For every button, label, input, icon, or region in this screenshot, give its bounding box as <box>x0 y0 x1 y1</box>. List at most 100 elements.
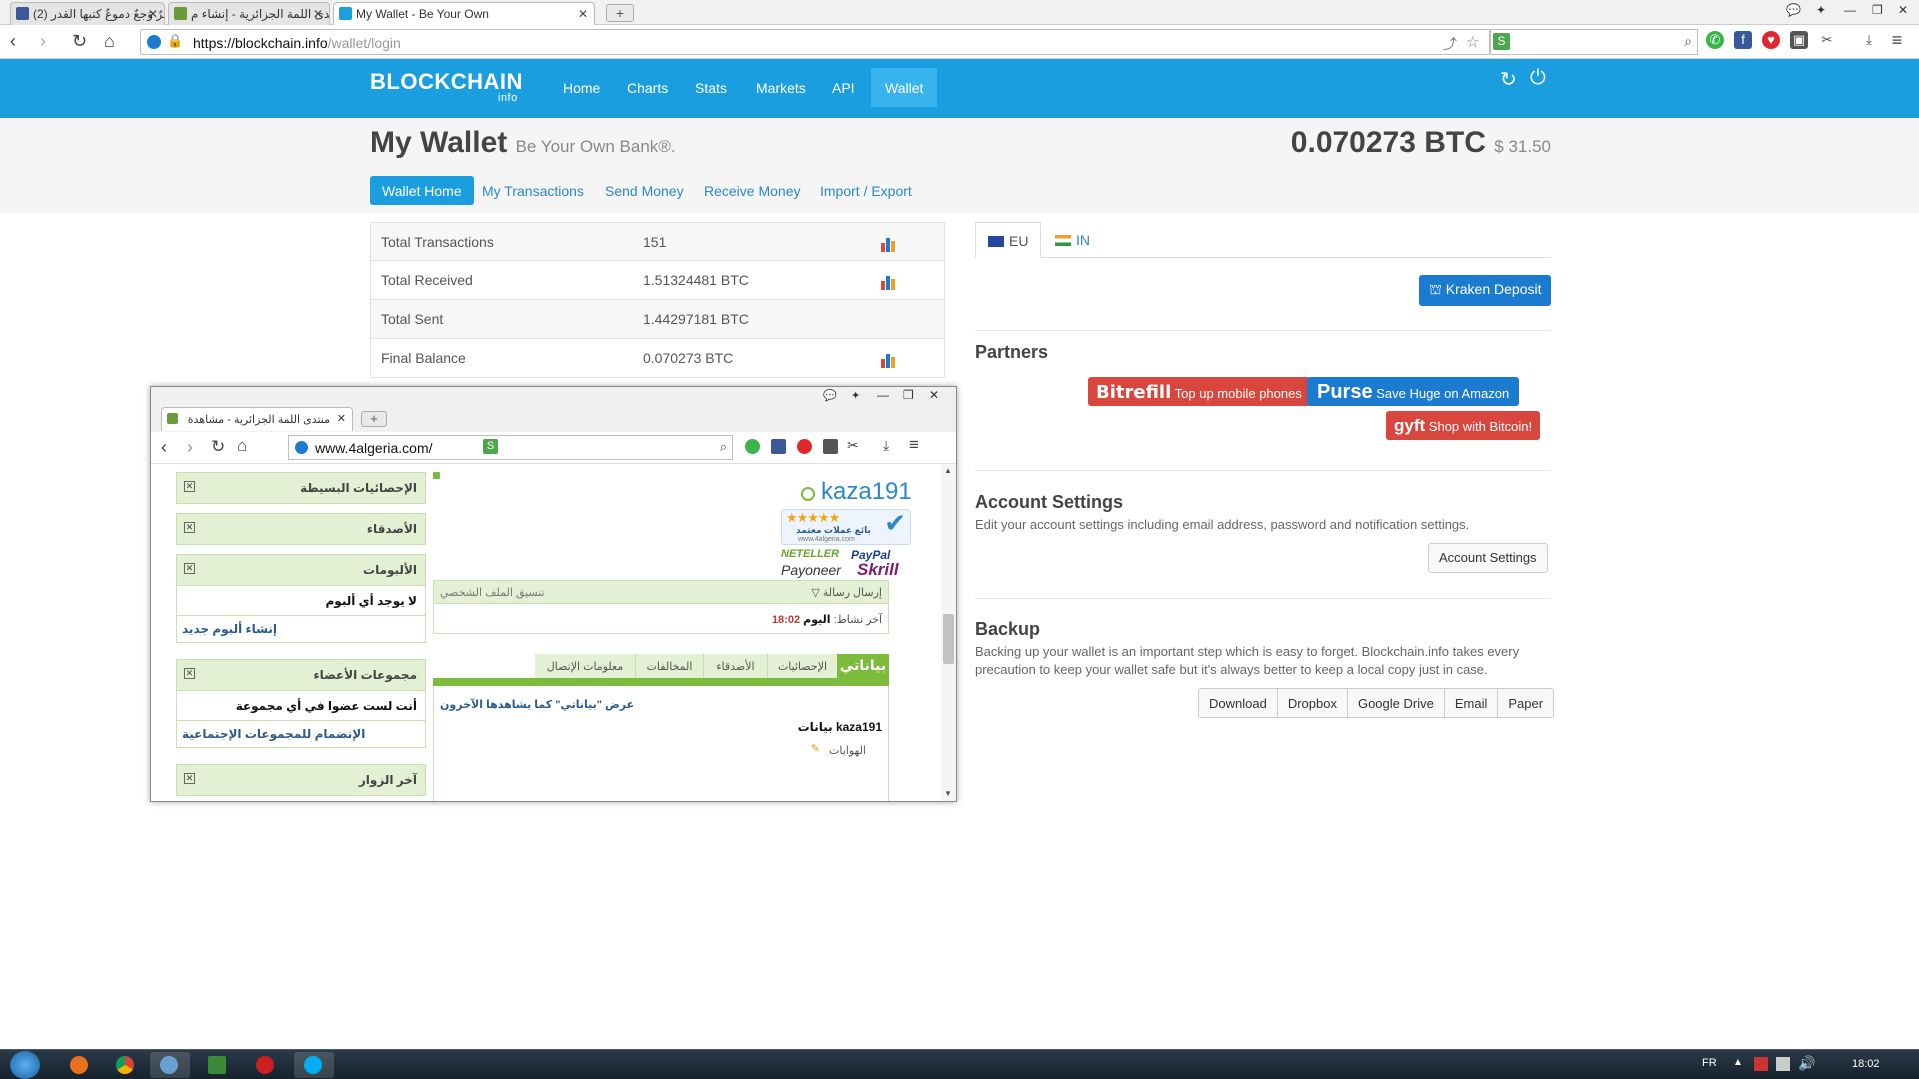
search-icon[interactable]: ⌕ <box>720 439 727 455</box>
join-groups-link[interactable]: الإنضمام للمجموعات الإجتماعية <box>177 720 425 747</box>
scissors-icon[interactable]: ✂ <box>847 437 859 454</box>
download-button[interactable]: Download <box>1199 689 1277 717</box>
browser-tab-4algeria[interactable]: منتدى اللمة الجزائرية - إنشاء م ✕ <box>168 2 330 25</box>
popup-tab[interactable]: منتدى اللمة الجزائرية - مشاهدة ✕ <box>161 407 353 431</box>
account-settings-button[interactable]: Account Settings <box>1428 543 1548 573</box>
popup-address-bar[interactable]: www.4algeria.com/ S ⌕ <box>288 435 733 460</box>
new-tab-button[interactable]: + <box>361 411 387 427</box>
browser-tab-facebook[interactable]: (2) عطرٌ وَجعٌ دموعٌ كتبها القدر ✕ <box>10 2 165 25</box>
reload-icon[interactable]: ↻ <box>211 437 225 457</box>
tray-flag-icon[interactable] <box>1754 1057 1768 1071</box>
excel-icon[interactable] <box>208 1056 226 1074</box>
close-window-icon[interactable]: ✕ <box>929 388 939 402</box>
box-header[interactable]: ✕ مجموعات الأعضاء <box>177 660 425 690</box>
scissors-icon[interactable]: ✂ <box>1818 31 1836 49</box>
clock[interactable]: 18:02 <box>1852 1058 1880 1070</box>
tab-eu[interactable]: EU <box>975 222 1042 258</box>
pin-icon[interactable]: ✦ <box>851 389 860 402</box>
nav-home[interactable]: Home <box>563 80 600 96</box>
chart-icon[interactable] <box>881 275 897 290</box>
tab-violations[interactable]: المخالفات <box>635 654 703 678</box>
download-icon[interactable]: ⤓ <box>883 437 889 454</box>
nav-wallet[interactable]: Wallet <box>871 68 938 107</box>
tab-my-transactions[interactable]: My Transactions <box>470 176 596 205</box>
home-icon[interactable]: ⌂ <box>104 32 115 50</box>
kraken-deposit-button[interactable]: ⛫ Kraken Deposit <box>1419 275 1552 306</box>
facebook-icon[interactable]: f <box>1734 31 1752 49</box>
download-icon[interactable]: ⤓ <box>1860 31 1878 49</box>
bookmark-star-icon[interactable]: ☆ <box>1466 33 1479 51</box>
whatsapp-icon[interactable] <box>745 439 760 454</box>
profile-format-link[interactable]: تنسيق الملف الشخصي <box>440 586 545 599</box>
back-icon[interactable]: ‹ <box>161 437 167 458</box>
back-icon[interactable]: ‹ <box>10 32 16 50</box>
collapse-icon[interactable]: ✕ <box>184 522 195 533</box>
opera-icon[interactable] <box>256 1056 274 1074</box>
email-button[interactable]: Email <box>1443 689 1498 717</box>
nav-markets[interactable]: Markets <box>756 80 806 96</box>
collapse-icon[interactable]: ✕ <box>184 773 195 784</box>
scrollbar-thumb[interactable] <box>943 614 954 664</box>
nav-api[interactable]: API <box>832 80 855 96</box>
search-icon[interactable]: ⌕ <box>1684 33 1692 50</box>
scroll-up-icon[interactable]: ▲ <box>944 466 952 475</box>
view-as-others-link[interactable]: عرض "بياناتي" كما يشاهدها الآخرون <box>440 698 634 711</box>
restore-icon[interactable]: ❐ <box>903 388 914 402</box>
search-engine-icon[interactable]: S <box>483 439 498 454</box>
home-icon[interactable]: ⌂ <box>237 436 247 456</box>
chart-icon[interactable] <box>881 353 897 368</box>
close-tab-icon[interactable]: ✕ <box>148 7 158 21</box>
send-message-link[interactable]: إرسال رسالة ▽ <box>811 586 882 599</box>
tab-wallet-home[interactable]: Wallet Home <box>370 176 474 205</box>
minimize-icon[interactable]: — <box>1844 3 1856 17</box>
box-header[interactable]: ✕ آخر الزوار <box>177 765 425 795</box>
reload-icon[interactable]: ↻ <box>72 32 87 50</box>
collapse-icon[interactable]: ✕ <box>184 481 195 492</box>
logout-icon[interactable]: ⏻ <box>1530 67 1546 90</box>
create-album-link[interactable]: إنشاء ألبوم جديد <box>177 615 425 642</box>
tab-statistics[interactable]: الإحصائيات <box>767 654 837 678</box>
tab-in[interactable]: IN <box>1043 222 1102 258</box>
refresh-icon[interactable]: ↻ <box>1500 67 1517 92</box>
nav-stats[interactable]: Stats <box>695 80 727 96</box>
collapse-icon[interactable]: ✕ <box>184 563 195 574</box>
edit-icon[interactable]: ✎ <box>811 742 820 755</box>
box-header[interactable]: ✕ الإحصائيات البسيطة <box>177 473 425 503</box>
pocket-icon[interactable]: ♥ <box>1762 31 1780 49</box>
box-header[interactable]: ✕ الألبومات <box>177 555 425 585</box>
dropbox-button[interactable]: Dropbox <box>1276 689 1347 717</box>
tray-expand-icon[interactable]: ▲ <box>1733 1057 1743 1068</box>
tab-friends[interactable]: الأصدقاء <box>703 654 767 678</box>
android-icon[interactable] <box>823 439 838 454</box>
tab-contact-info[interactable]: معلومات الإتصال <box>535 654 635 678</box>
start-button-icon[interactable] <box>10 1051 40 1079</box>
search-input[interactable]: S ⌕ <box>1490 29 1698 55</box>
purse-button[interactable]: Purse Save Huge on Amazon <box>1307 377 1520 406</box>
chat-icon[interactable]: 💬 <box>823 389 837 402</box>
close-window-icon[interactable]: ✕ <box>1898 3 1908 17</box>
chart-icon[interactable] <box>881 237 897 252</box>
forward-icon[interactable]: › <box>40 32 46 50</box>
chat-icon[interactable]: 💬 <box>1786 3 1801 17</box>
network-icon[interactable] <box>1776 1057 1790 1071</box>
browser-tab-blockchain[interactable]: My Wallet - Be Your Own ✕ <box>333 2 595 25</box>
chrome-icon[interactable] <box>116 1056 134 1074</box>
share-icon[interactable]: ⤴ <box>1443 34 1457 54</box>
google-drive-button[interactable]: Google Drive <box>1346 689 1444 717</box>
pocket-icon[interactable] <box>797 439 812 454</box>
collapse-icon[interactable]: ✕ <box>184 668 195 679</box>
android-icon[interactable]: ▣ <box>1790 31 1808 49</box>
menu-icon[interactable]: ≡ <box>1888 31 1906 49</box>
tab-my-data[interactable]: بياناتي <box>837 654 889 678</box>
forward-icon[interactable]: › <box>187 437 193 458</box>
volume-icon[interactable]: 🔊 <box>1798 1055 1815 1072</box>
minimize-icon[interactable]: — <box>877 388 889 402</box>
paper-button[interactable]: Paper <box>1497 689 1553 717</box>
firefox-icon[interactable] <box>70 1056 88 1074</box>
search-engine-icon[interactable]: S <box>1493 33 1510 50</box>
tab-import-export[interactable]: Import / Export <box>808 176 924 205</box>
restore-icon[interactable]: ❐ <box>1872 3 1883 17</box>
tab-receive-money[interactable]: Receive Money <box>692 176 813 205</box>
menu-icon[interactable]: ≡ <box>909 435 919 455</box>
facebook-icon[interactable] <box>771 439 786 454</box>
